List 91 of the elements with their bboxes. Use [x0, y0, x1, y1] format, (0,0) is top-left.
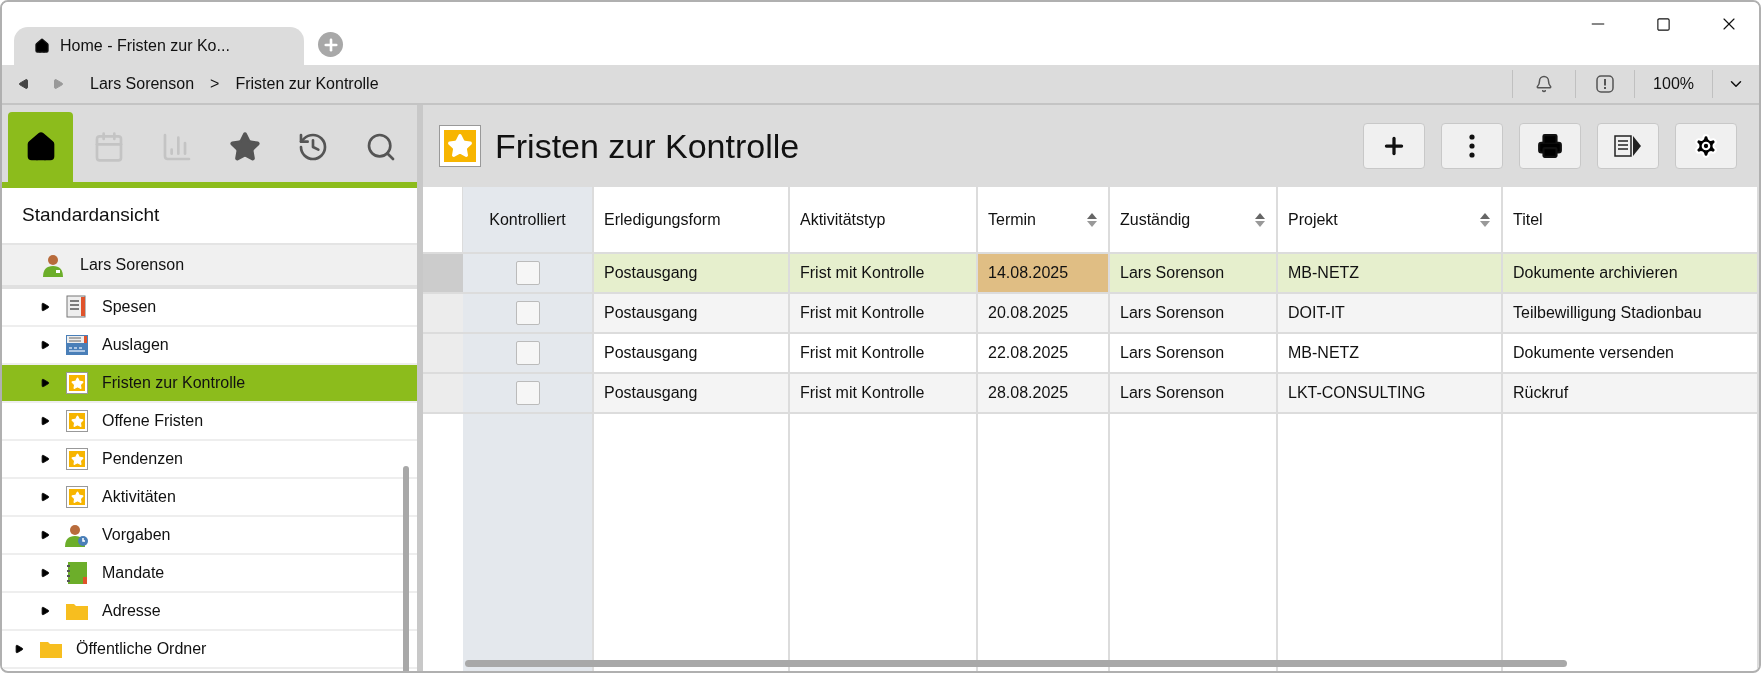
star-box-icon: [66, 410, 88, 432]
star-box-icon: [66, 448, 88, 470]
table-cell: DOIT-IT: [1278, 294, 1503, 332]
alert-icon[interactable]: [1596, 75, 1615, 93]
table-cell: Dokumente archivieren: [1503, 254, 1759, 292]
back-icon[interactable]: [18, 77, 30, 91]
star-icon[interactable]: [229, 131, 262, 163]
page-title: Fristen zur Kontrolle: [495, 125, 800, 167]
table-cell: Lars Sorenson: [1110, 374, 1278, 412]
folder-icon: [65, 601, 89, 621]
star-box-icon: [439, 125, 481, 167]
tree-item-label: Fristen zur Kontrolle: [102, 373, 246, 393]
table-cell: Frist mit Kontrolle: [790, 294, 978, 332]
column-header[interactable]: Projekt: [1278, 187, 1503, 252]
tree-item-label: Öffentliche Ordner: [76, 639, 207, 659]
collapsed-caret-icon[interactable]: [40, 491, 50, 503]
person-clock-icon: [65, 523, 89, 547]
settings-icon: [1693, 133, 1719, 159]
table-cell: LKT-CONSULTING: [1278, 374, 1503, 412]
collapsed-caret-icon[interactable]: [40, 301, 50, 313]
tree-item-label: Auslagen: [102, 335, 169, 355]
bell-icon[interactable]: [1535, 75, 1554, 93]
sort-icon[interactable]: [1086, 211, 1098, 228]
table-cell: Frist mit Kontrolle: [790, 374, 978, 412]
collapsed-caret-icon[interactable]: [40, 567, 50, 579]
tree-item-label: Lars Sorenson: [80, 255, 185, 275]
tree-item-label: Offene Fristen: [102, 411, 204, 431]
star-box-icon: [66, 372, 88, 394]
more-icon: [1469, 134, 1475, 158]
table-cell: MB-NETZ: [1278, 254, 1503, 292]
view-title: Standardansicht: [22, 203, 160, 228]
more-button[interactable]: [1441, 123, 1503, 169]
checkbox[interactable]: [515, 381, 540, 405]
table-cell: 14.08.2025: [978, 254, 1110, 292]
table-cell: Frist mit Kontrolle: [790, 254, 978, 292]
table-cell: Lars Sorenson: [1110, 254, 1278, 292]
tree-item-label: Adresse: [102, 601, 161, 621]
table-cell: Rückruf: [1503, 374, 1759, 412]
table-cell: Postausgang: [594, 254, 790, 292]
table-cell: 28.08.2025: [978, 374, 1110, 412]
tree-item-label: Mandate: [102, 563, 165, 583]
tree-item[interactable]: Fristen zur Kontrolle: [2, 365, 417, 403]
maximize-icon[interactable]: [1656, 17, 1671, 32]
breadcrumb[interactable]: Fristen zur Kontrolle: [235, 72, 379, 96]
table-cell: 20.08.2025: [978, 294, 1110, 332]
breadcrumb[interactable]: Lars Sorenson: [90, 72, 195, 96]
tree-item-label: Aktivitäten: [102, 487, 176, 507]
person-icon: [42, 253, 64, 277]
form-icon: [65, 334, 89, 356]
table-cell: Postausgang: [594, 294, 790, 332]
receipt-icon: [66, 295, 88, 319]
column-header[interactable]: Kontrolliert: [463, 187, 594, 252]
collapsed-caret-icon[interactable]: [40, 339, 50, 351]
printer-icon: [1537, 133, 1563, 159]
column-header[interactable]: Zuständig: [1110, 187, 1278, 252]
horizontal-scrollbar[interactable]: [465, 660, 1567, 667]
table-cell: Teilbewilligung Stadionbau: [1503, 294, 1759, 332]
checkbox[interactable]: [515, 341, 540, 365]
sort-icon[interactable]: [1254, 211, 1266, 228]
collapsed-caret-icon[interactable]: [40, 415, 50, 427]
checkbox[interactable]: [515, 261, 540, 285]
column-header[interactable]: Termin: [978, 187, 1110, 252]
collapsed-caret-icon[interactable]: [40, 529, 50, 541]
add-button[interactable]: [1363, 123, 1425, 169]
tree-item-label: Pendenzen: [102, 449, 183, 469]
settings-button[interactable]: [1675, 123, 1737, 169]
collapsed-caret-icon[interactable]: [14, 643, 24, 655]
collapsed-caret-icon[interactable]: [40, 377, 50, 389]
tree-item-label: Spesen: [102, 297, 157, 317]
nav-tab[interactable]: [8, 112, 74, 182]
notebook-icon: [66, 561, 88, 585]
tree-root-item[interactable]: Lars Sorenson: [2, 245, 417, 289]
sort-icon[interactable]: [1479, 211, 1491, 228]
collapsed-caret-icon[interactable]: [40, 605, 50, 617]
home-icon: [34, 38, 50, 54]
panel-button[interactable]: [1597, 123, 1659, 169]
table-cell: Postausgang: [594, 374, 790, 412]
star-box-icon: [66, 486, 88, 508]
tree-item-label: Vorgaben: [102, 525, 171, 545]
browser-tab[interactable]: Home - Fristen zur Ko...: [14, 27, 304, 65]
breadcrumb[interactable]: >: [210, 72, 220, 96]
print-button[interactable]: [1519, 123, 1581, 169]
collapsed-caret-icon[interactable]: [40, 453, 50, 465]
list-arrow-icon: [1614, 134, 1642, 158]
column-header[interactable]: Aktivitätstyp: [790, 187, 978, 252]
column-header[interactable]: Erledigungsform: [594, 187, 790, 252]
column-header[interactable]: Titel: [1503, 187, 1759, 252]
zoom-level[interactable]: 100%: [1653, 72, 1694, 96]
folder-icon: [39, 639, 63, 659]
checkbox[interactable]: [515, 301, 540, 325]
table-cell: Lars Sorenson: [1110, 294, 1278, 332]
